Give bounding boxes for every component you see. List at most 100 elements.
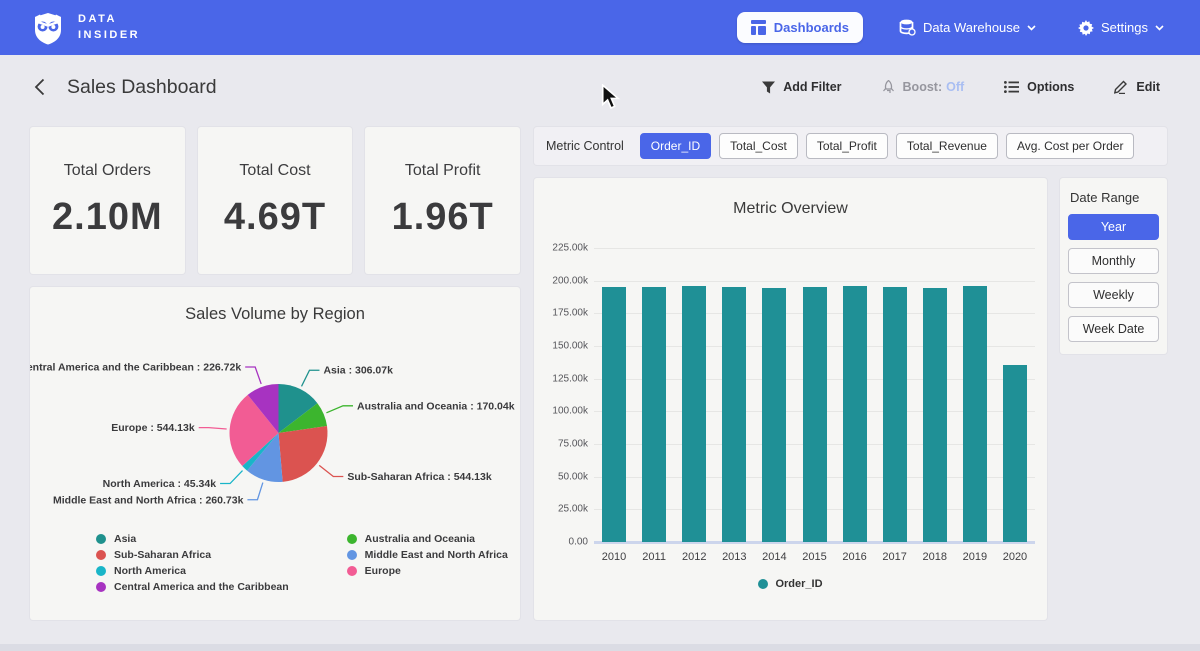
kpi-card-total-orders: Total Orders 2.10M xyxy=(30,127,185,274)
brand-name: DATA INSIDER xyxy=(78,12,140,44)
pie-legend-item-sub-saharan-africa[interactable]: Sub-Saharan Africa xyxy=(96,549,289,561)
metric-control-label: Metric Control xyxy=(546,139,624,153)
pie-callout-line xyxy=(302,370,320,386)
x-tick-label: 2010 xyxy=(594,551,634,563)
y-tick-label: 150.00k xyxy=(534,341,588,352)
y-tick-label: 225.00k xyxy=(534,243,588,254)
bar-2020[interactable] xyxy=(1003,365,1027,542)
kpi-card-total-profit: Total Profit 1.96T xyxy=(365,127,520,274)
add-filter-button[interactable]: Add Filter xyxy=(756,79,847,95)
pie-label-australia-and-oceania: Australia and Oceania : 170.04k xyxy=(357,400,515,412)
metric-option-order-id[interactable]: Order_ID xyxy=(640,133,711,159)
x-tick-label: 2011 xyxy=(634,551,674,563)
bar-2011[interactable] xyxy=(642,287,666,542)
legend-label: Middle East and North Africa xyxy=(365,549,508,561)
kpi-label: Total Profit xyxy=(405,162,481,180)
bottom-strip xyxy=(0,644,1200,651)
gear-icon xyxy=(1078,20,1094,36)
back-button[interactable] xyxy=(28,78,51,96)
owl-logo-icon xyxy=(30,10,66,46)
metric-control-bar: Metric Control Order_ID Total_Cost Total_P… xyxy=(534,127,1167,165)
options-button[interactable]: Options xyxy=(998,79,1080,95)
metric-option-total-revenue[interactable]: Total_Revenue xyxy=(896,133,998,159)
boost-status: Off xyxy=(946,80,964,94)
pie-label-middle-east-and-north-africa: Middle East and North Africa : 260.73k xyxy=(53,494,244,506)
legend-dot xyxy=(347,534,357,544)
pie-legend-item-middle-east-and-north-africa[interactable]: Middle East and North Africa xyxy=(347,549,508,561)
legend-dot xyxy=(96,582,106,592)
chevron-down-icon xyxy=(1155,25,1164,31)
gridline xyxy=(594,248,1035,249)
y-tick-label: 0.00 xyxy=(534,537,588,548)
date-range-weekly[interactable]: Weekly xyxy=(1068,282,1159,308)
legend-label: North America xyxy=(114,565,186,577)
pie-legend-item-asia[interactable]: Asia xyxy=(96,533,289,545)
nav-settings-button[interactable]: Settings xyxy=(1072,19,1170,37)
x-tick-label: 2018 xyxy=(915,551,955,563)
bar-2014[interactable] xyxy=(762,288,786,542)
nav-dashboards-button[interactable]: Dashboards xyxy=(737,12,863,43)
x-tick-label: 2017 xyxy=(875,551,915,563)
bar-2012[interactable] xyxy=(682,286,706,542)
legend-label: Asia xyxy=(114,533,136,545)
x-tick-label: 2016 xyxy=(835,551,875,563)
metric-overview-card: Metric Overview 225.00k200.00k175.00k150… xyxy=(534,178,1047,620)
bar-2017[interactable] xyxy=(883,287,907,542)
pie-legend: Asia Sub-Saharan Africa North America Centr… xyxy=(96,533,508,593)
pie-slice-sub-saharan-africa[interactable] xyxy=(279,426,328,482)
legend-label: Order_ID xyxy=(775,578,822,590)
pie-label-asia: Asia : 306.07k xyxy=(323,365,393,377)
page-header: Sales Dashboard Add Filter Boost: Off xyxy=(0,55,1200,119)
date-range-options: Year Monthly Weekly Week Date xyxy=(1068,214,1159,342)
legend-label: Central America and the Caribbean xyxy=(114,581,289,593)
bar-2019[interactable] xyxy=(963,286,987,542)
sales-volume-card: Sales Volume by Region Asia : 306.07kAus… xyxy=(30,287,520,620)
x-tick-label: 2019 xyxy=(955,551,995,563)
legend-dot xyxy=(96,566,106,576)
bar-2018[interactable] xyxy=(923,288,947,542)
brand-logo[interactable]: DATA INSIDER xyxy=(30,10,140,46)
date-range-monthly[interactable]: Monthly xyxy=(1068,248,1159,274)
pie-label-north-america: North America : 45.34k xyxy=(103,478,217,490)
top-navbar: DATA INSIDER Dashboards xyxy=(0,0,1200,55)
metric-option-avg-cost-per-order[interactable]: Avg. Cost per Order xyxy=(1006,133,1135,159)
metric-option-total-profit[interactable]: Total_Profit xyxy=(806,133,888,159)
header-actions: Add Filter Boost: Off Options xyxy=(756,79,1166,95)
kpi-label: Total Orders xyxy=(64,162,151,180)
pie-callout-line xyxy=(319,465,343,476)
date-range-year[interactable]: Year xyxy=(1068,214,1159,240)
boost-label: Boost: xyxy=(903,80,943,94)
nav-data-warehouse-button[interactable]: Data Warehouse xyxy=(893,18,1042,37)
dashboard-grid-icon xyxy=(751,20,766,35)
pencil-icon xyxy=(1114,80,1128,94)
edit-button[interactable]: Edit xyxy=(1108,79,1166,95)
nav-menu: Dashboards Data Warehouse xyxy=(737,12,1170,43)
metric-option-total-cost[interactable]: Total_Cost xyxy=(719,133,798,159)
y-tick-label: 125.00k xyxy=(534,373,588,384)
pie-callout-line xyxy=(245,367,261,384)
pie-label-central-america-and-the-caribbean: Central America and the Caribbean : 226.… xyxy=(30,361,241,373)
pie-legend-item-australia-and-oceania[interactable]: Australia and Oceania xyxy=(347,533,508,545)
bar-2016[interactable] xyxy=(843,286,867,542)
y-tick-label: 50.00k xyxy=(534,471,588,482)
pie-legend-item-central-america-and-the-caribbean[interactable]: Central America and the Caribbean xyxy=(96,581,289,593)
bar-2013[interactable] xyxy=(722,287,746,542)
pie-legend-item-europe[interactable]: Europe xyxy=(347,565,508,577)
bar-2010[interactable] xyxy=(602,287,626,542)
pie-legend-item-north-america[interactable]: North America xyxy=(96,565,289,577)
pie-label-sub-saharan-africa: Sub-Saharan Africa : 544.13k xyxy=(347,471,491,483)
y-tick-label: 200.00k xyxy=(534,275,588,286)
kpi-label: Total Cost xyxy=(239,162,310,180)
page-title: Sales Dashboard xyxy=(67,76,217,99)
list-icon xyxy=(1004,81,1019,93)
kpi-value: 4.69T xyxy=(224,196,326,239)
y-tick-label: 25.00k xyxy=(534,504,588,515)
bar-2015[interactable] xyxy=(803,287,827,542)
chevron-down-icon xyxy=(1027,25,1036,31)
boost-toggle[interactable]: Boost: Off xyxy=(876,79,971,95)
date-range-week-date[interactable]: Week Date xyxy=(1068,316,1159,342)
date-range-panel: Date Range YearMonthlyWeeklyWeek Date xyxy=(1060,178,1167,354)
bar-chart-legend: Order_ID xyxy=(534,578,1047,590)
app-window: DATA INSIDER Dashboards xyxy=(0,0,1200,651)
kpi-value: 2.10M xyxy=(52,196,163,239)
